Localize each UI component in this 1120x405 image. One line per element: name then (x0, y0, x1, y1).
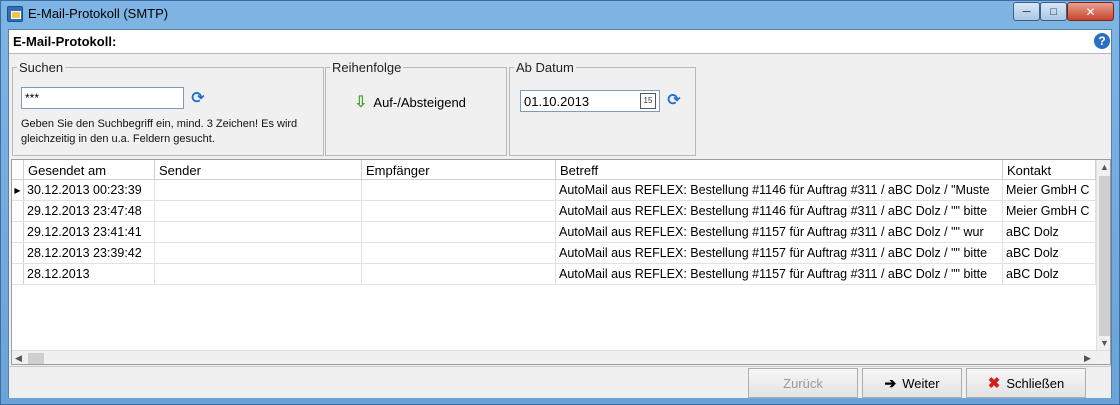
cell-sent[interactable]: 29.12.2013 23:41:41 (24, 222, 155, 242)
mail-app-icon[interactable] (7, 6, 23, 22)
scroll-up-icon[interactable]: ▲ (1100, 162, 1109, 172)
search-hint: Geben Sie den Suchbegriff ein, mind. 3 Z… (21, 118, 298, 145)
search-group: Suchen ⟳ Geben Sie den Suchbegriff ein, … (12, 60, 324, 156)
cell-contact[interactable]: aBC Dolz (1003, 264, 1096, 284)
cell-contact[interactable]: aBC Dolz (1003, 222, 1096, 242)
cell-sender[interactable] (155, 264, 362, 284)
cell-sender[interactable] (155, 243, 362, 263)
calendar-icon[interactable]: 15 (640, 93, 656, 109)
maximize-button[interactable]: □ (1040, 2, 1067, 21)
arrow-right-icon: ➔ (884, 374, 897, 391)
horizontal-scroll-thumb[interactable] (28, 353, 44, 364)
row-indicator-header (12, 160, 24, 179)
page-title: E-Mail-Protokoll: (13, 34, 117, 49)
date-refresh-icon[interactable]: ⟳ (665, 91, 683, 109)
column-header-contact[interactable]: Kontakt (1003, 160, 1096, 179)
table-row[interactable]: 28.12.2013 23:39:42 AutoMail aus REFLEX:… (12, 243, 1096, 264)
cell-recipient[interactable] (362, 222, 556, 242)
column-header-recipient[interactable]: Empfänger (362, 160, 556, 179)
vertical-scrollbar[interactable]: ▲ ▼ (1096, 160, 1110, 350)
search-refresh-icon[interactable]: ⟳ (189, 89, 207, 107)
scroll-left-icon[interactable]: ◀ (15, 353, 22, 364)
arrow-down-icon: ⇩ (354, 94, 368, 111)
cell-contact[interactable]: aBC Dolz (1003, 243, 1096, 263)
order-legend: Reihenfolge (332, 60, 402, 75)
horizontal-scrollbar[interactable]: ◀ ▶ (12, 350, 1110, 364)
row-indicator (12, 201, 24, 221)
email-log-table[interactable]: Gesendet am Sender Empfänger Betreff Kon… (11, 159, 1111, 365)
order-group: Reihenfolge ⇩ Auf-/Absteigend (325, 60, 507, 156)
back-button[interactable]: Zurück (748, 368, 858, 398)
cell-sent[interactable]: 30.12.2013 00:23:39 (24, 180, 155, 200)
sort-order-label: Auf-/Absteigend (373, 94, 466, 110)
date-group: Ab Datum 15 ⟳ (509, 60, 696, 156)
vertical-scroll-thumb[interactable] (1099, 176, 1110, 336)
scroll-down-icon[interactable]: ▼ (1100, 338, 1109, 348)
minimize-button[interactable]: ─ (1013, 2, 1040, 21)
window: E-Mail-Protokoll (SMTP) ─ □ ✕ E-Mail-Pro… (0, 0, 1120, 405)
x-icon: ✖ (987, 375, 1001, 392)
window-title: E-Mail-Protokoll (SMTP) (28, 6, 169, 21)
cell-contact[interactable]: Meier GmbH C (1003, 201, 1096, 221)
row-indicator (12, 243, 24, 263)
close-icon: ✕ (1085, 4, 1096, 19)
client-area: E-Mail-Protokoll: ? Suchen ⟳ Geben Sie d… (8, 29, 1112, 398)
cell-subject[interactable]: AutoMail aus REFLEX: Bestellung #1157 fü… (556, 222, 1003, 242)
cell-sender[interactable] (155, 180, 362, 200)
sort-order-toggle[interactable]: ⇩ Auf-/Absteigend (354, 92, 466, 112)
cell-subject[interactable]: AutoMail aus REFLEX: Bestellung #1157 fü… (556, 243, 1003, 263)
date-legend: Ab Datum (516, 60, 574, 75)
cell-recipient[interactable] (362, 201, 556, 221)
next-button[interactable]: ➔ Weiter (862, 368, 962, 398)
cell-subject[interactable]: AutoMail aus REFLEX: Bestellung #1146 fü… (556, 180, 1003, 200)
cell-sender[interactable] (155, 201, 362, 221)
cell-sent[interactable]: 29.12.2013 23:47:48 (24, 201, 155, 221)
column-header-sender[interactable]: Sender (155, 160, 362, 179)
table-row[interactable]: 28.12.2013 AutoMail aus REFLEX: Bestellu… (12, 264, 1096, 285)
search-legend: Suchen (19, 60, 64, 75)
cell-subject[interactable]: AutoMail aus REFLEX: Bestellung #1146 fü… (556, 201, 1003, 221)
current-row-icon: ▶ (12, 180, 24, 200)
close-window-button[interactable]: ✕ (1067, 2, 1114, 21)
header-bar: E-Mail-Protokoll: ? (9, 30, 1111, 54)
date-input[interactable] (520, 90, 660, 112)
cell-recipient[interactable] (362, 243, 556, 263)
column-header-subject[interactable]: Betreff (556, 160, 1003, 179)
table-row[interactable]: ▶ 30.12.2013 00:23:39 AutoMail aus REFLE… (12, 180, 1096, 201)
back-label: Zurück (783, 375, 823, 391)
cell-sent[interactable]: 28.12.2013 (24, 264, 155, 284)
column-header-sent[interactable]: Gesendet am (24, 160, 155, 179)
table-row[interactable]: 29.12.2013 23:41:41 AutoMail aus REFLEX:… (12, 222, 1096, 243)
cell-contact[interactable]: Meier GmbH C (1003, 180, 1096, 200)
next-label: Weiter (902, 375, 940, 391)
row-indicator (12, 264, 24, 284)
search-input[interactable] (21, 87, 184, 109)
help-icon[interactable]: ? (1094, 33, 1110, 49)
scroll-right-icon[interactable]: ▶ (1084, 353, 1091, 364)
close-label: Schließen (1006, 375, 1065, 391)
cell-sent[interactable]: 28.12.2013 23:39:42 (24, 243, 155, 263)
title-bar[interactable]: E-Mail-Protokoll (SMTP) ─ □ ✕ (1, 1, 1119, 27)
table-row[interactable]: 29.12.2013 23:47:48 AutoMail aus REFLEX:… (12, 201, 1096, 222)
table-body: ▶ 30.12.2013 00:23:39 AutoMail aus REFLE… (12, 180, 1096, 285)
maximize-icon: □ (1050, 5, 1057, 18)
minimize-icon: ─ (1022, 5, 1031, 18)
cell-recipient[interactable] (362, 180, 556, 200)
close-button[interactable]: ✖ Schließen (966, 368, 1086, 398)
row-indicator (12, 222, 24, 242)
footer-bar: Zurück ➔ Weiter ✖ Schließen (9, 366, 1111, 398)
cell-subject[interactable]: AutoMail aus REFLEX: Bestellung #1157 fü… (556, 264, 1003, 284)
cell-sender[interactable] (155, 222, 362, 242)
cell-recipient[interactable] (362, 264, 556, 284)
table-header: Gesendet am Sender Empfänger Betreff Kon… (12, 160, 1096, 180)
